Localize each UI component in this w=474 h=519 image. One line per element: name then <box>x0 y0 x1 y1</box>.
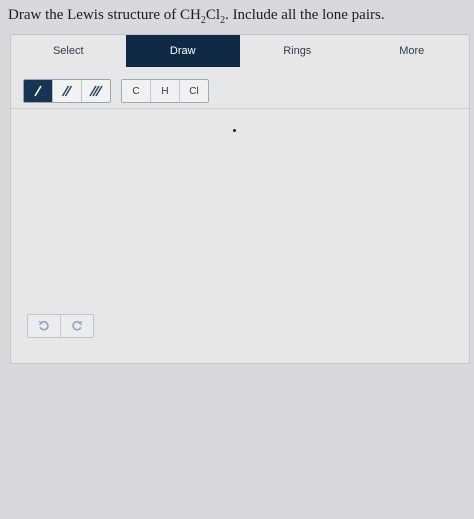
tab-select[interactable]: Select <box>11 35 126 67</box>
atom-tools: C H Cl <box>121 79 209 103</box>
drawing-canvas[interactable] <box>11 109 469 363</box>
question-prefix: Draw the Lewis structure of CH <box>8 7 201 23</box>
atom-button-cl[interactable]: Cl <box>180 80 208 102</box>
tab-draw[interactable]: Draw <box>125 35 240 67</box>
canvas-cursor-dot <box>233 129 236 132</box>
undo-icon <box>38 320 49 331</box>
atom-button-c[interactable]: C <box>122 80 151 102</box>
single-bond-icon <box>34 85 42 97</box>
structure-editor: Select Draw Rings More C H Cl <box>10 34 470 364</box>
atom-button-h[interactable]: H <box>151 80 180 102</box>
triple-bond-icon <box>89 85 103 97</box>
tab-more[interactable]: More <box>355 35 470 67</box>
triple-bond-button[interactable] <box>82 80 110 102</box>
bond-tools <box>23 79 111 103</box>
tab-rings[interactable]: Rings <box>240 35 355 67</box>
draw-toolbar: C H Cl <box>11 67 469 109</box>
double-bond-icon <box>61 85 73 97</box>
question-text: Draw the Lewis structure of CH2Cl2. Incl… <box>8 7 385 26</box>
question-mid: Cl <box>205 7 221 23</box>
editor-tabs: Select Draw Rings More <box>11 35 469 67</box>
redo-icon <box>72 320 83 331</box>
history-controls <box>27 314 94 338</box>
redo-button[interactable] <box>61 315 93 337</box>
undo-button[interactable] <box>28 315 61 337</box>
double-bond-button[interactable] <box>53 80 82 102</box>
single-bond-button[interactable] <box>24 80 53 102</box>
question-suffix: . Include all the lone pairs. <box>225 7 385 23</box>
